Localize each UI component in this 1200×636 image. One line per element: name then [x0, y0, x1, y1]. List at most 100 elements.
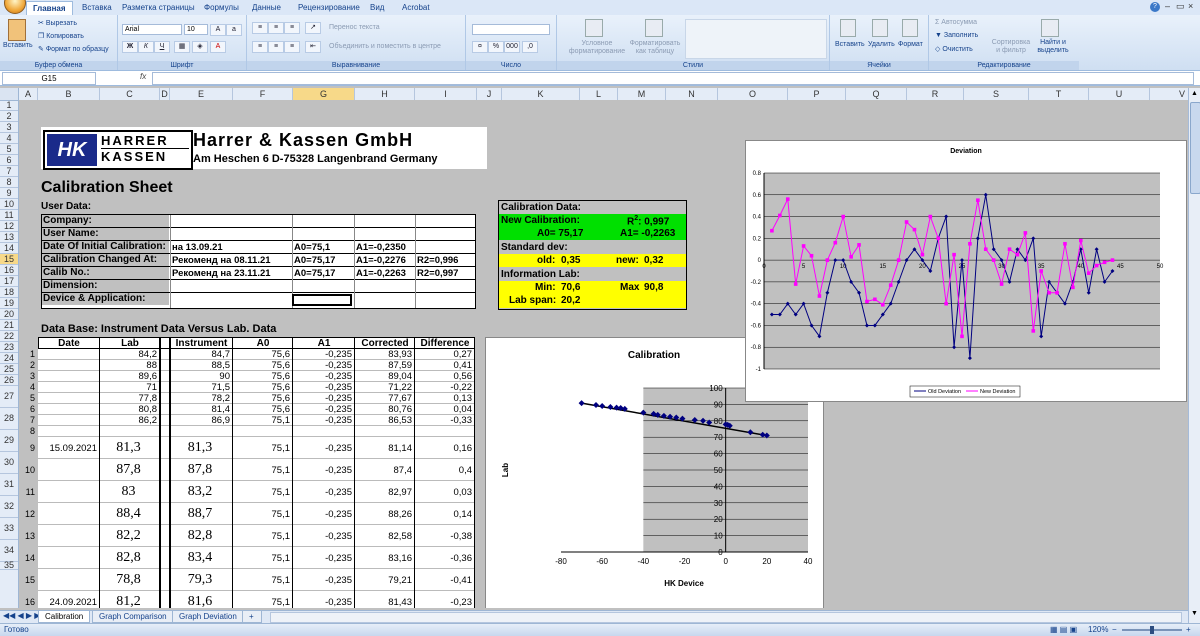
table-cell[interactable]: 83,4	[170, 550, 230, 566]
table-cell[interactable]: -0,235	[293, 465, 352, 476]
deviation-chart[interactable]: -1 -0.8 -0.6 -0.4 -0.2 0 0.2 0.4 0.6 0.8 0 5 10 15 20 2…	[745, 140, 1187, 402]
table-cell[interactable]: 0,16	[415, 443, 473, 454]
column-header-k[interactable]: K	[502, 88, 580, 100]
table-cell[interactable]: 75,1	[233, 531, 291, 542]
table-cell[interactable]: 0,03	[415, 487, 473, 498]
fill-button[interactable]: ▼ Заполнить	[935, 32, 978, 39]
row-header-11[interactable]: 11	[0, 210, 18, 221]
table-cell[interactable]: 87,8	[170, 462, 230, 478]
row-index[interactable]: 15	[19, 575, 35, 585]
row-header-34[interactable]: 34	[0, 540, 18, 562]
column-header-q[interactable]: Q	[846, 88, 907, 100]
table-cell[interactable]: -0,235	[293, 575, 352, 586]
font-name-select[interactable]: Arial	[122, 24, 182, 35]
decimal-icon[interactable]: ,0	[522, 41, 538, 53]
table-cell[interactable]: 83,2	[170, 484, 230, 500]
table-cell[interactable]: 75,1	[233, 443, 291, 454]
sheet-tab-calibration[interactable]: Calibration	[38, 611, 91, 623]
column-header-s[interactable]: S	[964, 88, 1029, 100]
table-cell[interactable]: 75,1	[233, 509, 291, 520]
row-header-1[interactable]: 1	[0, 100, 18, 111]
row-header-13[interactable]: 13	[0, 232, 18, 243]
row-index[interactable]: 6	[19, 404, 35, 414]
column-header-r[interactable]: R	[907, 88, 964, 100]
copy-button[interactable]: ❐ Копировать	[38, 32, 84, 40]
tab-data[interactable]: Данные	[246, 1, 287, 15]
table-cell[interactable]: 81,3	[170, 440, 230, 456]
thousands-button[interactable]: 000	[504, 41, 520, 53]
table-cell[interactable]: -0,235	[293, 509, 352, 520]
sheet-tab-graph-comparison[interactable]: Graph Comparison	[92, 611, 174, 623]
font-size-select[interactable]: 10	[184, 24, 208, 35]
row-header-35[interactable]: 35	[0, 561, 18, 570]
row-header-26[interactable]: 26	[0, 375, 18, 386]
clear-button[interactable]: ◇ Очистить	[935, 45, 973, 53]
align-middle-icon[interactable]: ≡	[268, 22, 284, 34]
shrink-font-icon[interactable]: a	[226, 24, 242, 36]
view-buttons[interactable]: ▦ ▤ ▣	[1050, 625, 1090, 634]
autosum-button[interactable]: Σ Автосумма	[935, 19, 977, 26]
format-cells-button[interactable]: Формат	[898, 41, 923, 48]
row-header-16[interactable]: 16	[0, 265, 18, 276]
tab-home[interactable]: Главная	[26, 1, 73, 16]
table-cell[interactable]: -0,235	[293, 553, 352, 564]
table-cell[interactable]: -0,36	[415, 553, 472, 564]
table-cell[interactable]: 88,26	[355, 509, 412, 520]
font-color-icon[interactable]: A	[210, 41, 226, 53]
table-cell[interactable]: 75,1	[233, 465, 291, 476]
name-box[interactable]: G15	[2, 72, 96, 85]
grow-font-icon[interactable]: A	[210, 24, 226, 36]
delete-cells-icon[interactable]	[872, 19, 888, 37]
table-cell[interactable]: 81,2	[100, 594, 157, 608]
row-header-28[interactable]: 28	[0, 408, 18, 430]
format-cells-icon[interactable]	[902, 19, 918, 37]
paste-icon[interactable]	[8, 19, 26, 41]
select-all-corner[interactable]	[0, 88, 19, 101]
row-header-3[interactable]: 3	[0, 122, 18, 133]
row-index[interactable]: 3	[19, 371, 35, 381]
table-cell[interactable]: 75,1	[233, 575, 291, 586]
percent-button[interactable]: %	[488, 41, 504, 53]
row-header-25[interactable]: 25	[0, 364, 18, 375]
table-cell[interactable]: -0,235	[293, 531, 352, 542]
row-header-6[interactable]: 6	[0, 155, 18, 166]
column-header-f[interactable]: F	[233, 88, 293, 100]
tab-acrobat[interactable]: Acrobat	[396, 1, 436, 15]
row-index[interactable]: 8	[19, 426, 35, 436]
window-minimize-icon[interactable]: –	[1165, 1, 1170, 11]
row-index[interactable]: 14	[19, 553, 35, 563]
underline-button[interactable]: Ч	[154, 41, 170, 53]
table-cell[interactable]: 24.09.2021	[38, 597, 97, 608]
vertical-scrollbar[interactable]: ▲ ▼	[1188, 88, 1200, 623]
paste-button[interactable]: Вставить	[3, 42, 33, 49]
sheet-tab-graph-deviation[interactable]: Graph Deviation	[172, 611, 244, 623]
row-index[interactable]: 13	[19, 531, 35, 541]
table-cell[interactable]: 87,4	[355, 465, 413, 476]
horizontal-scrollbar[interactable]	[270, 612, 1182, 623]
scroll-thumb[interactable]	[1190, 102, 1200, 194]
tab-formulas[interactable]: Формулы	[198, 1, 245, 15]
column-header-d[interactable]: D	[160, 88, 170, 100]
row-index[interactable]: 5	[19, 393, 35, 403]
table-cell[interactable]: -0,235	[293, 597, 352, 608]
row-index[interactable]: 4	[19, 382, 35, 392]
table-cell[interactable]: 81,6	[170, 594, 230, 608]
table-cell[interactable]: -0,235	[293, 443, 352, 454]
wrap-text-button[interactable]: Перенос текста	[329, 24, 380, 31]
table-cell[interactable]: 88,7	[170, 506, 230, 522]
row-header-33[interactable]: 33	[0, 518, 18, 540]
align-center-icon[interactable]: ≡	[268, 41, 284, 53]
fill-color-icon[interactable]: ◈	[192, 41, 208, 53]
table-cell[interactable]: 82,8	[170, 528, 230, 544]
formula-input[interactable]	[152, 72, 1194, 85]
row-index[interactable]: 9	[19, 443, 35, 453]
row-header-18[interactable]: 18	[0, 287, 18, 298]
table-cell[interactable]: 81,3	[100, 440, 157, 456]
help-icon[interactable]: ?	[1150, 2, 1160, 12]
row-header-7[interactable]: 7	[0, 166, 18, 177]
table-cell[interactable]: -0,38	[415, 531, 472, 542]
borders-icon[interactable]: ▦	[174, 41, 190, 53]
row-header-15[interactable]: 15	[0, 254, 18, 265]
conditional-format-button[interactable]: Условное форматирование	[567, 40, 627, 56]
table-cell[interactable]: 82,8	[100, 550, 157, 566]
